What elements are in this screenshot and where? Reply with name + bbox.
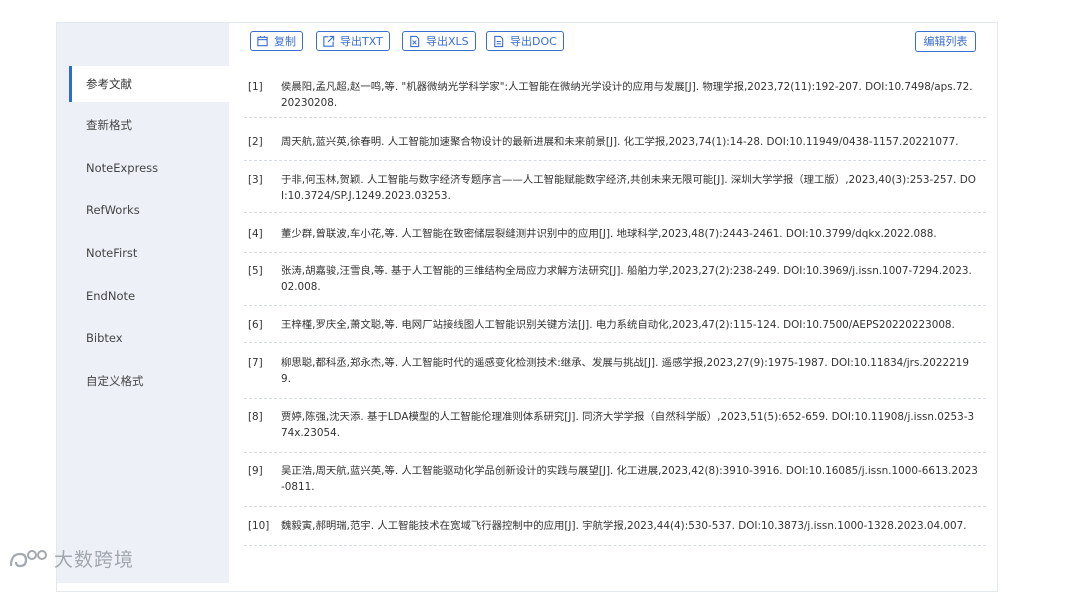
sidebar-item-label: NoteExpress	[86, 161, 159, 175]
divider	[244, 160, 986, 161]
reference-number: [10]	[248, 520, 270, 532]
spreadsheet-file-icon	[410, 35, 420, 47]
sidebar-item-label: Bibtex	[86, 331, 123, 345]
reference-number: [8]	[248, 411, 263, 423]
divider	[244, 506, 986, 507]
export-xls-label: 导出XLS	[426, 35, 469, 48]
watermark-text: 大数跨境	[54, 549, 135, 571]
export-xls-button[interactable]: 导出XLS	[402, 31, 476, 51]
reference-text: 魏毅寅,郝明瑞,范宇. 人工智能技术在宽域飞行器控制中的应用[J]. 宇航学报,…	[281, 520, 967, 532]
divider	[244, 452, 986, 453]
divider	[244, 212, 986, 213]
divider	[244, 545, 986, 546]
document-file-icon	[494, 35, 504, 47]
copy-label: 复制	[274, 35, 296, 48]
reference-text: 张涛,胡嘉骏,汪雪良,等. 基于人工智能的三维结构全局应力求解方法研究[J]. …	[281, 265, 972, 293]
reference-number: [5]	[248, 265, 263, 277]
divider	[244, 305, 986, 306]
sidebar-item-label: 自定义格式	[86, 374, 144, 388]
export-txt-label: 导出TXT	[340, 35, 383, 48]
sidebar-item-endnote[interactable]: EndNote	[69, 278, 229, 314]
divider	[244, 398, 986, 399]
sidebar-item-novelty-format[interactable]: 查新格式	[69, 107, 229, 143]
export-txt-button[interactable]: 导出TXT	[316, 31, 390, 51]
divider	[244, 342, 986, 343]
sidebar-item-custom-format[interactable]: 自定义格式	[69, 363, 229, 399]
copy-icon	[257, 35, 268, 46]
reference-number: [4]	[248, 228, 263, 240]
export-doc-label: 导出DOC	[510, 35, 557, 48]
sidebar-item-label: NoteFirst	[86, 246, 138, 260]
sidebar-item-bibtex[interactable]: Bibtex	[69, 320, 229, 356]
format-sidebar: 参考文献 查新格式 NoteExpress RefWorks NoteFirst…	[57, 23, 229, 583]
sidebar-item-label: 查新格式	[86, 118, 132, 132]
reference-number: [9]	[248, 465, 263, 477]
reference-text: 董少群,曾联波,车小花,等. 人工智能在致密储层裂缝测井识别中的应用[J]. 地…	[281, 228, 937, 240]
reference-text: 周天航,蓝兴英,徐春明. 人工智能加速聚合物设计的最新进展和未来前景[J]. 化…	[281, 136, 959, 148]
reference-number: [1]	[248, 81, 263, 93]
sidebar-item-label: EndNote	[86, 289, 136, 303]
export-icon	[323, 35, 335, 47]
sidebar-item-label: RefWorks	[86, 203, 140, 217]
reference-text: 于非,何玉林,贺颖. 人工智能与数字经济专题序言——人工智能赋能数字经济,共创未…	[281, 174, 976, 202]
divider	[244, 252, 986, 253]
edit-list-button[interactable]: 编辑列表	[915, 31, 976, 52]
reference-text: 柳思聪,都科丞,郑永杰,等. 人工智能时代的遥感变化检测技术:继承、发展与挑战[…	[281, 357, 969, 385]
reference-text: 吴正浩,周天航,蓝兴英,等. 人工智能驱动化学品创新设计的实践与展望[J]. 化…	[281, 465, 978, 493]
export-doc-button[interactable]: 导出DOC	[486, 31, 564, 51]
copy-button[interactable]: 复制	[250, 31, 303, 51]
brand-logo-icon	[9, 549, 47, 567]
watermark: 大数跨境	[8, 545, 134, 572]
sidebar-item-label: 参考文献	[86, 77, 132, 91]
reference-text: 贾婷,陈强,沈天添. 基于LDA模型的人工智能伦理准则体系研究[J]. 同济大学…	[281, 411, 975, 439]
divider	[244, 117, 986, 118]
sidebar-item-refworks[interactable]: RefWorks	[69, 192, 229, 228]
reference-text: 王梓槿,罗庆全,萧文聪,等. 电网厂站接线图人工智能识别关键方法[J]. 电力系…	[281, 319, 955, 331]
reference-number: [6]	[248, 319, 263, 331]
reference-text: 侯晨阳,孟凡超,赵一鸣,等. "机器微纳光学科学家":人工智能在微纳光学设计的应…	[281, 81, 973, 109]
sidebar-item-reference[interactable]: 参考文献	[69, 66, 229, 102]
sidebar-item-notefirst[interactable]: NoteFirst	[69, 235, 229, 271]
reference-number: [7]	[248, 357, 263, 369]
sidebar-item-noteexpress[interactable]: NoteExpress	[69, 150, 229, 186]
reference-number: [3]	[248, 174, 263, 186]
reference-number: [2]	[248, 136, 263, 148]
